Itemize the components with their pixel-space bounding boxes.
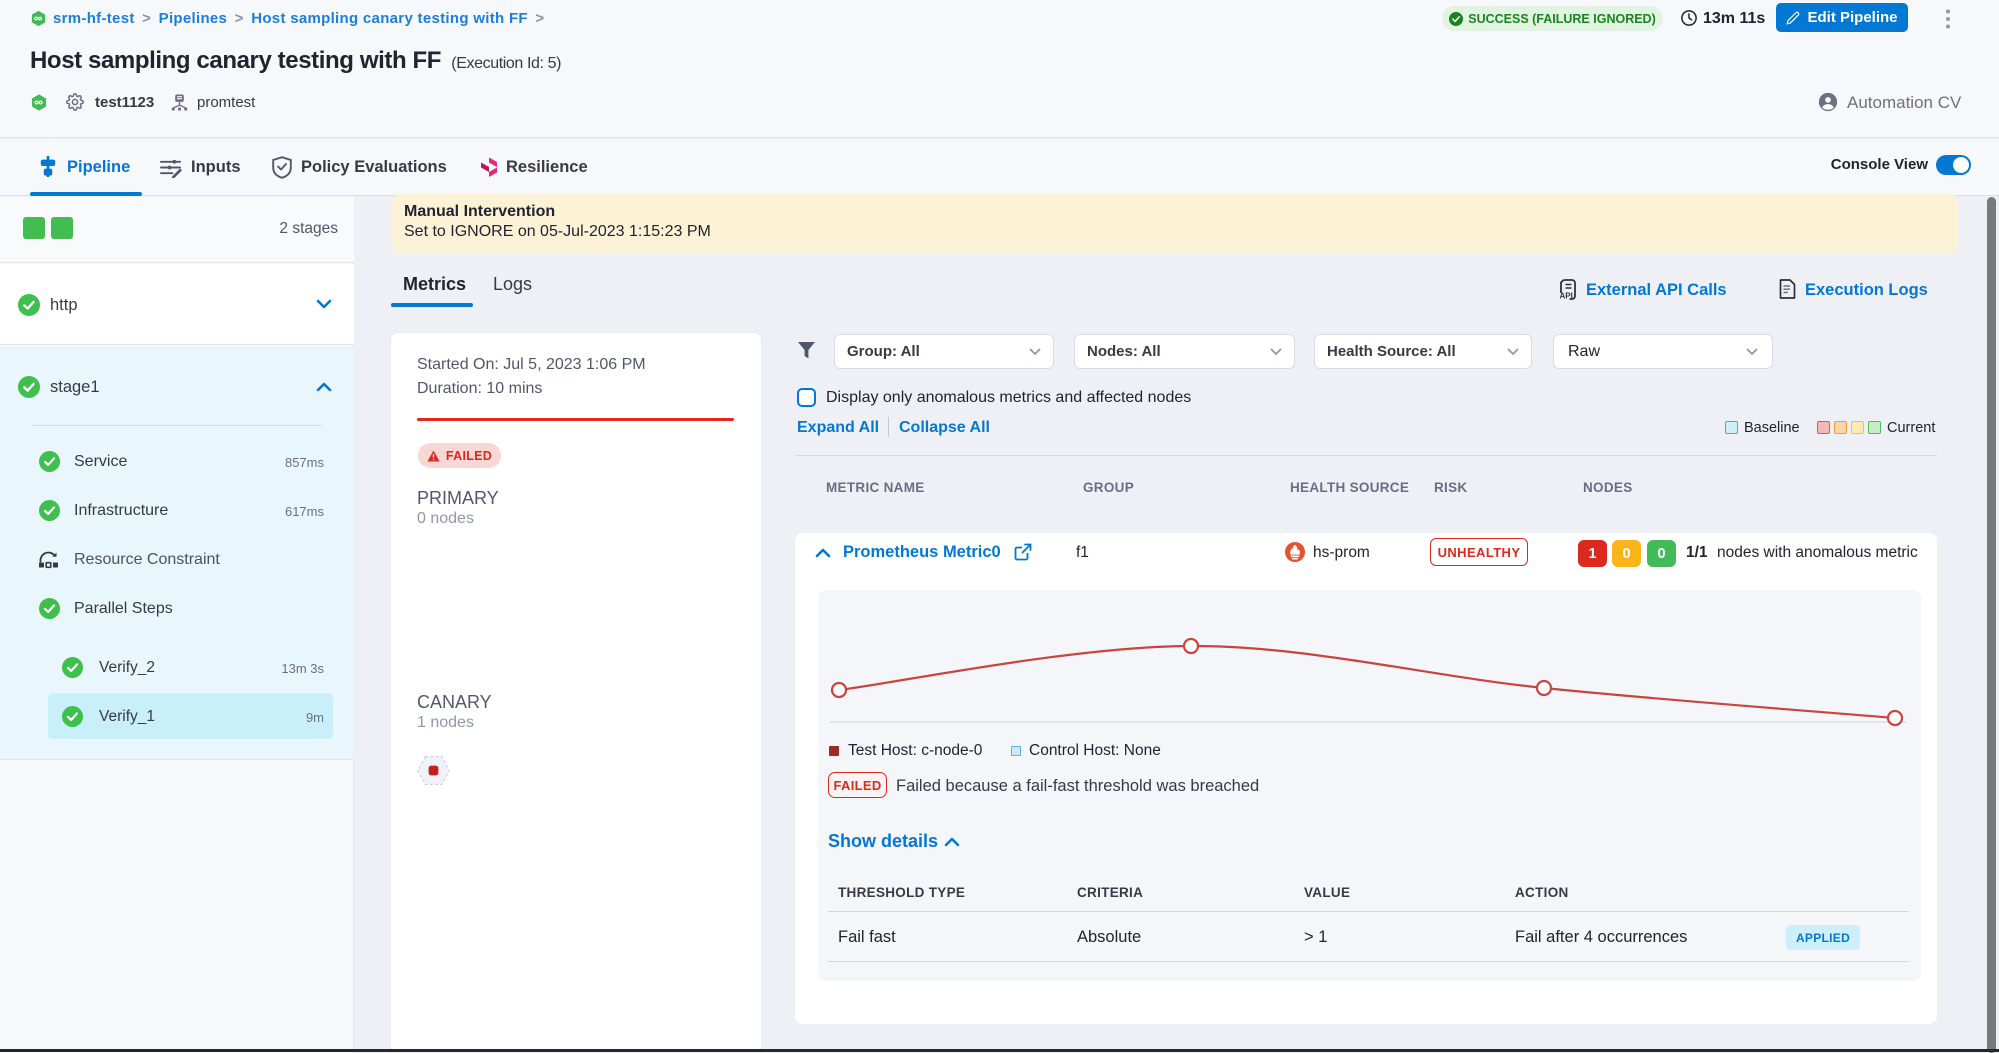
svg-text:API: API bbox=[1560, 292, 1573, 301]
